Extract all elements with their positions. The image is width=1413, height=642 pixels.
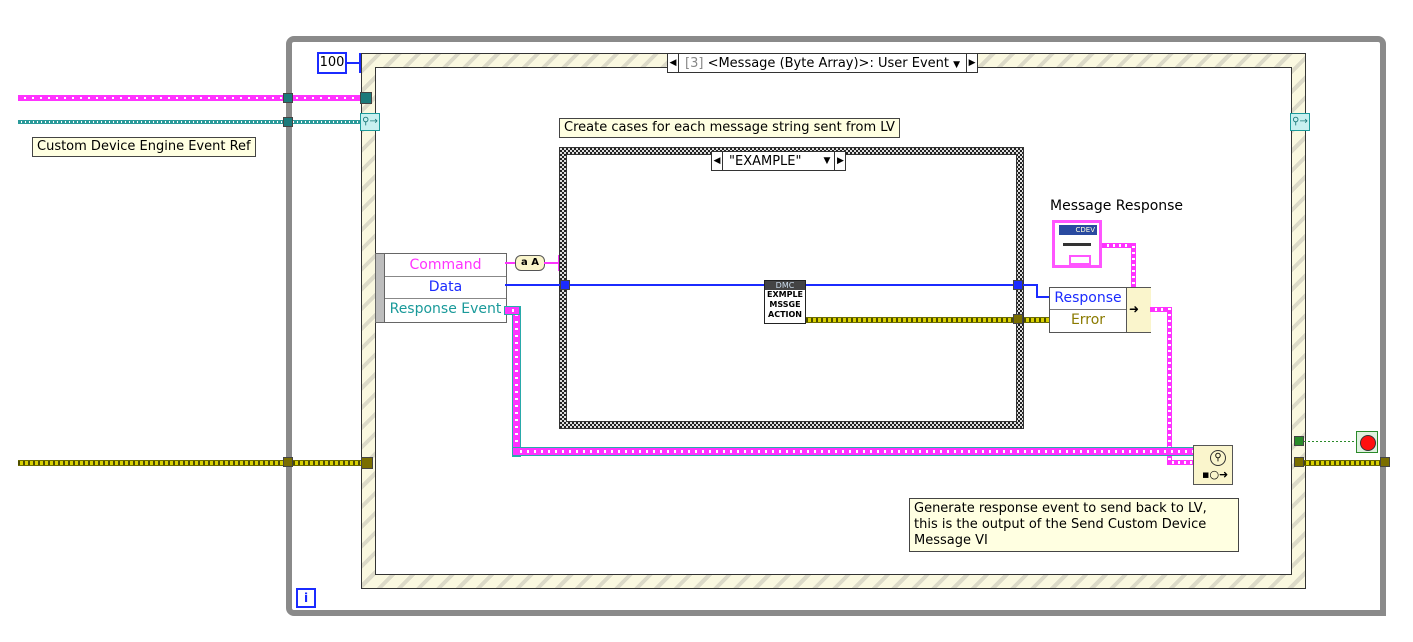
event-data-data[interactable]: Data <box>385 276 506 299</box>
timeout-constant[interactable]: 100 <box>317 52 347 74</box>
bundle-out-wire-h2 <box>1167 460 1195 465</box>
message-response-label: Message Response <box>1050 198 1184 214</box>
bundle-node[interactable]: ➜ <box>1126 288 1151 332</box>
case-comment: Create cases for each message string sen… <box>559 118 900 138</box>
event-case-selector[interactable]: ◀ [3] <Message (Byte Array)>: User Event… <box>667 53 979 73</box>
loop-tunnel-error[interactable] <box>283 457 293 467</box>
cluster-icon <box>1069 255 1091 265</box>
dynamic-event-terminal-left-icon[interactable]: ⚲→ <box>360 113 380 131</box>
event-case-label: <Message (Byte Array)>: User Event <box>707 55 949 71</box>
timeout-wire <box>347 62 359 64</box>
data-wire-2[interactable] <box>806 284 1036 286</box>
increment-arrow-icon[interactable]: ▶ <box>966 54 977 72</box>
stop-sign-icon <box>1360 435 1376 451</box>
string-to-upper-node[interactable]: a A <box>515 255 545 271</box>
cdev-badge: CDEV <box>1059 225 1097 235</box>
bundle-arrow-icon: ➜ <box>1129 302 1140 316</box>
stop-wire[interactable] <box>1304 441 1356 442</box>
dynamic-event-terminal-right-icon[interactable]: ⚲→ <box>1290 113 1310 131</box>
case-decrement-arrow-icon[interactable]: ◀ <box>712 152 723 170</box>
case-tunnel-data-out[interactable] <box>1013 280 1023 290</box>
response-comment-line-3: Message VI <box>914 533 988 548</box>
event-case-index: [3] <box>685 55 704 71</box>
decrement-arrow-icon[interactable]: ◀ <box>668 54 679 72</box>
error-wire-out[interactable] <box>1304 460 1384 466</box>
subvi-line-1: EXMPLE <box>766 290 804 299</box>
message-response-constant[interactable]: CDEV <box>1052 220 1102 268</box>
response-comment: Generate response event to send back to … <box>909 498 1239 552</box>
event-data-node-handle[interactable] <box>376 254 385 322</box>
generate-user-event-node[interactable]: ⚲ ▪○➜ <box>1193 445 1233 485</box>
response-event-wire-h[interactable] <box>513 448 1197 455</box>
bundle-by-name[interactable]: Response Error ➜ <box>1049 287 1151 333</box>
event-data-command[interactable]: Command <box>385 254 506 277</box>
user-event-icon: ⚲ <box>1210 450 1226 466</box>
stop-terminal-icon[interactable] <box>1356 431 1378 453</box>
data-wire-4[interactable] <box>1036 296 1050 298</box>
response-event-wire-stub[interactable] <box>505 307 519 314</box>
dropdown-arrow-icon[interactable]: ▼ <box>953 60 960 70</box>
command-wire <box>505 262 515 264</box>
case-increment-arrow-icon[interactable]: ▶ <box>834 152 845 170</box>
case-selector-label: "EXAMPLE" <box>729 153 802 169</box>
loop-tunnel-error-out[interactable] <box>1380 457 1390 467</box>
message-response-wire-v <box>1131 243 1136 289</box>
event-data-response-event[interactable]: Response Event <box>385 298 506 320</box>
loop-tunnel-cluster[interactable] <box>283 93 293 103</box>
event-data-node[interactable]: Command Data Response Event <box>375 253 507 323</box>
case-tunnel-data-in[interactable] <box>560 280 570 290</box>
error-wire-in[interactable] <box>18 460 363 466</box>
event-tunnel-stop-out[interactable] <box>1294 436 1304 446</box>
event-tunnel-cluster[interactable] <box>360 92 372 104</box>
case-selector[interactable]: ◀ "EXAMPLE" ▼ ▶ <box>711 151 847 171</box>
command-wire-2 <box>544 262 558 264</box>
bundle-out-wire-v <box>1167 307 1172 465</box>
subvi-line-2: MSSGE <box>769 300 801 309</box>
example-message-action-subvi[interactable]: DMC EXMPLE MSSGE ACTION <box>764 280 806 324</box>
bundle-response[interactable]: Response <box>1050 288 1126 310</box>
slider-icon <box>1063 243 1091 246</box>
subvi-line-3: ACTION <box>768 310 802 319</box>
event-tunnel-error-out[interactable] <box>1294 457 1304 467</box>
event-ref-label: Custom Device Engine Event Ref <box>32 137 256 157</box>
data-wire-1[interactable] <box>505 284 765 286</box>
case-tunnel-error-out[interactable] <box>1013 314 1023 324</box>
loop-tunnel-event-ref[interactable] <box>283 117 293 127</box>
event-ref-wire-in[interactable] <box>18 120 363 124</box>
cluster-wire-in[interactable] <box>18 95 363 101</box>
iteration-terminal[interactable]: i <box>296 588 316 608</box>
response-event-wire-v[interactable] <box>513 307 520 456</box>
event-tunnel-error-in[interactable] <box>361 457 373 469</box>
response-comment-line-2: this is the output of the Send Custom De… <box>914 517 1207 532</box>
bundle-error[interactable]: Error <box>1050 310 1126 331</box>
message-response-wire-h <box>1102 243 1134 248</box>
error-wire-to-bundle[interactable] <box>1024 317 1050 323</box>
generate-arrow-icon: ▪○➜ <box>1202 468 1229 481</box>
subvi-header: DMC <box>765 281 805 290</box>
case-dropdown-arrow-icon[interactable]: ▼ <box>823 156 834 166</box>
response-comment-line-1: Generate response event to send back to … <box>914 501 1207 516</box>
error-wire-subvi[interactable] <box>806 317 1016 323</box>
